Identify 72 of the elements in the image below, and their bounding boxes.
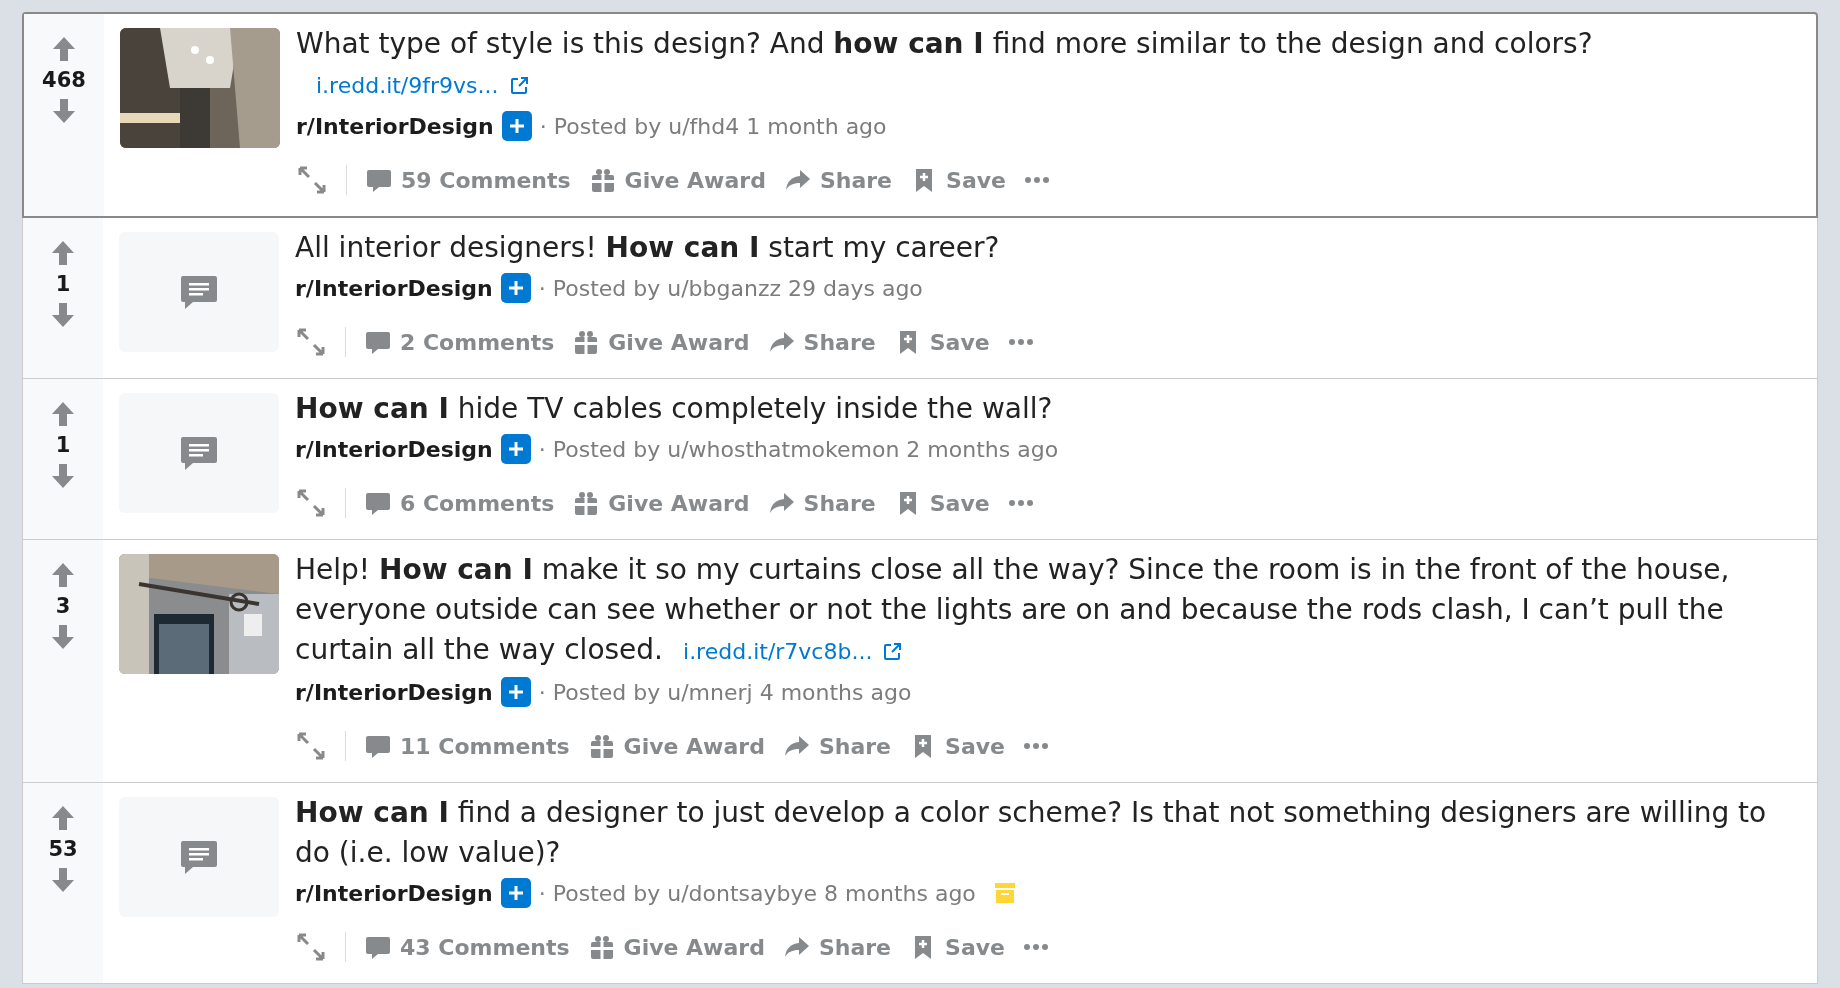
comments-button[interactable]: 59 Comments <box>365 166 571 194</box>
subreddit-link[interactable]: r/InteriorDesign <box>296 113 494 139</box>
award-button[interactable]: Give Award <box>572 489 750 517</box>
expand-icon[interactable] <box>295 931 327 963</box>
external-link-icon <box>508 76 529 96</box>
thumbnail-placeholder[interactable] <box>119 797 279 917</box>
vote-count: 3 <box>55 594 71 618</box>
vote-count: 53 <box>48 837 78 861</box>
subreddit-link[interactable]: r/InteriorDesign <box>295 436 493 462</box>
plus-icon <box>507 684 524 700</box>
save-button[interactable]: Save <box>893 328 990 356</box>
post-card[interactable]: 1 How can I hide TV cables completely inside the wall? r/InteriorDesign · Posted by u/whosthatmokemon 2 months ago 6 Comments Give Award Share Save <box>22 379 1818 540</box>
thumbnail-placeholder[interactable] <box>119 232 279 352</box>
post-card[interactable] <box>22 783 1818 984</box>
award-button[interactable]: Give Award <box>587 732 765 760</box>
comments-button[interactable]: 2 Comments <box>364 328 555 356</box>
post-meta: · Posted by u/bbganzz 29 days ago <box>538 275 923 301</box>
share-button[interactable]: Share <box>783 166 893 194</box>
save-button[interactable]: Save <box>910 166 1006 194</box>
join-button[interactable] <box>500 677 531 707</box>
post-link[interactable]: i.redd.it/r7vc8b... <box>683 632 903 672</box>
plus-icon <box>507 885 524 901</box>
more-icon[interactable] <box>1023 942 1049 952</box>
expand-icon[interactable] <box>295 326 327 358</box>
join-button[interactable] <box>501 111 532 141</box>
vote-count: 1 <box>55 433 71 457</box>
plus-icon <box>507 441 524 457</box>
share-button[interactable]: Share <box>782 933 892 961</box>
thumbnail-placeholder[interactable] <box>119 393 279 513</box>
post-link[interactable]: i.redd.it/9fr9vs... <box>316 66 529 106</box>
more-icon[interactable] <box>1007 498 1034 508</box>
expand-icon[interactable] <box>296 164 328 196</box>
post-meta: · Posted by u/mnerj 4 months ago <box>538 679 912 705</box>
join-button[interactable] <box>500 273 531 303</box>
post-card[interactable] <box>22 540 1818 783</box>
post-card[interactable]: 468 What type of style is this design? And how can I find more similar to the design and colors? i.redd.it/9fr9vs... r/InteriorDesign · Posted by u/fhd4 1 month ago 59 Comments Give Award Share Save <box>22 12 1818 218</box>
subreddit-link[interactable]: r/InteriorDesign <box>295 679 493 705</box>
post-meta: · Posted by u/whosthatmokemon 2 months ago <box>538 436 1059 462</box>
post-title[interactable]: How can I hide TV cables completely inside the wall? <box>295 389 1787 429</box>
vote-count: 468 <box>42 68 86 92</box>
plus-icon <box>508 118 525 134</box>
save-button[interactable]: Save <box>909 933 1005 961</box>
subreddit-link[interactable]: r/InteriorDesign <box>295 880 493 906</box>
vote-count: 1 <box>55 272 71 296</box>
post-title[interactable]: How can I find a designer to just develop a color scheme? Is that not something designers are willing to do (i.e. low value)? <box>295 793 1787 873</box>
post-meta: · Posted by u/fhd4 1 month ago <box>539 113 887 139</box>
comments-button[interactable]: 6 Comments <box>364 489 555 517</box>
save-button[interactable]: Save <box>893 489 990 517</box>
post-meta: · Posted by u/dontsaybye 8 months ago <box>538 880 976 906</box>
expand-icon[interactable] <box>295 487 327 519</box>
join-button[interactable] <box>500 434 531 464</box>
share-button[interactable]: Share <box>767 489 876 517</box>
comments-button[interactable]: 11 Comments <box>364 732 570 760</box>
post-title[interactable]: What type of style is this design? And how can I find more similar to the design and colors? i.redd.it/9fr9vs... <box>296 24 1786 106</box>
award-button[interactable]: Give Award <box>587 933 765 961</box>
join-button[interactable] <box>500 878 531 908</box>
post-title[interactable]: All interior designers! How can I start my career? <box>295 228 1787 268</box>
plus-icon <box>507 280 524 296</box>
share-button[interactable]: Share <box>782 732 892 760</box>
post-card[interactable]: 1 All interior designers! How can I start my career? r/InteriorDesign · Posted by u/bbganzz 29 days ago 2 Comments Give Award Share Save <box>22 218 1818 379</box>
more-icon[interactable] <box>1007 337 1034 347</box>
more-icon[interactable] <box>1024 175 1050 185</box>
expand-icon[interactable] <box>295 730 327 762</box>
external-link-icon <box>882 642 903 662</box>
more-icon[interactable] <box>1023 741 1049 751</box>
subreddit-link[interactable]: r/InteriorDesign <box>295 275 493 301</box>
save-button[interactable]: Save <box>909 732 1005 760</box>
award-button[interactable]: Give Award <box>572 328 750 356</box>
share-button[interactable]: Share <box>767 328 876 356</box>
post-title[interactable]: Help! How can I make it so my curtains close all the way? Since the room is in the front of the house, everyone outside can see whether or not the lights are on and because the rods clash, I can’t pull the curtain all the way closed. i.redd.it/r7vc8b... <box>295 550 1787 672</box>
comments-button[interactable]: 43 Comments <box>364 933 570 961</box>
award-button[interactable]: Give Award <box>588 166 766 194</box>
